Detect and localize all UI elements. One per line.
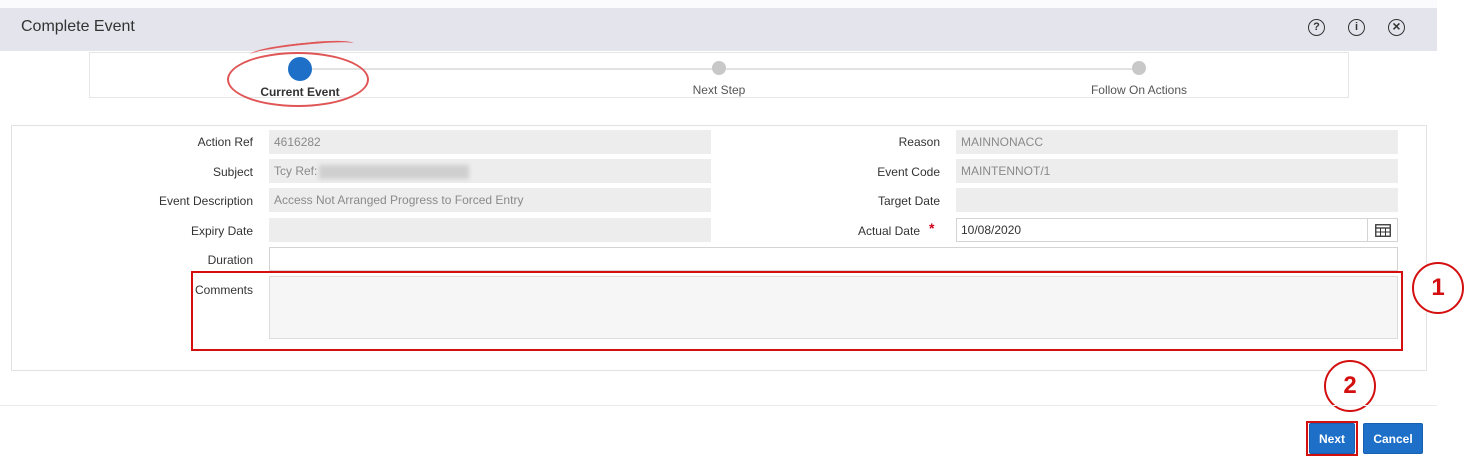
subject-label: Subject (212, 165, 253, 179)
event-description-label: Event Description (158, 194, 253, 208)
reason-label: Reason (898, 135, 940, 149)
train-stop-label: Follow On Actions (1090, 83, 1188, 97)
reason-field: MAINNONACC (956, 130, 1398, 154)
train-stop-current-event[interactable]: Current Event (200, 53, 400, 99)
event-code-label: Event Code (877, 165, 940, 179)
next-button[interactable]: Next (1309, 423, 1355, 454)
train-stop-follow-on-actions[interactable]: Follow On Actions (1039, 53, 1239, 97)
expiry-date-label: Expiry Date (190, 224, 253, 238)
calendar-icon (1374, 223, 1391, 237)
train-stop-label: Current Event (260, 85, 340, 99)
dialog-title: Complete Event (21, 18, 135, 35)
duration-input[interactable] (269, 247, 1398, 271)
train-stop-dot (1132, 61, 1146, 75)
train-stop-next-step[interactable]: Next Step (619, 53, 819, 97)
subject-redacted (319, 164, 470, 179)
event-code-field: MAINTENNOT/1 (956, 159, 1398, 183)
subject-prefix: Tcy Ref: (274, 164, 318, 178)
expiry-date-field (269, 218, 711, 242)
comments-textarea[interactable] (269, 276, 1398, 339)
action-ref-field: 4616282 (269, 130, 711, 154)
cancel-button[interactable]: Cancel (1363, 423, 1423, 454)
info-icon[interactable]: i (1348, 19, 1365, 36)
train-stop-dot-active (288, 57, 312, 81)
train-stop-dot (712, 61, 726, 75)
actual-date-input[interactable] (956, 218, 1398, 242)
actual-date-label: Actual Date (857, 224, 920, 238)
close-icon[interactable]: × (1388, 19, 1405, 36)
footer-divider (0, 405, 1437, 406)
target-date-field (956, 188, 1398, 212)
help-icon[interactable]: ? (1308, 19, 1325, 36)
calendar-button[interactable] (1367, 219, 1397, 241)
dialog-header: Complete Event ? i × (0, 0, 1437, 51)
annotation-marker-1: 1 (1412, 262, 1464, 314)
event-description-field: Access Not Arranged Progress to Forced E… (269, 188, 711, 212)
duration-label: Duration (207, 253, 253, 267)
train-stop-label: Next Step (692, 83, 746, 97)
subject-field: Tcy Ref: (269, 159, 711, 183)
comments-label: Comments (194, 283, 253, 297)
required-marker: * (929, 220, 935, 236)
target-date-label: Target Date (877, 194, 940, 208)
step-train: Current Event Next Step Follow On Action… (89, 52, 1349, 99)
action-ref-label: Action Ref (197, 135, 253, 149)
